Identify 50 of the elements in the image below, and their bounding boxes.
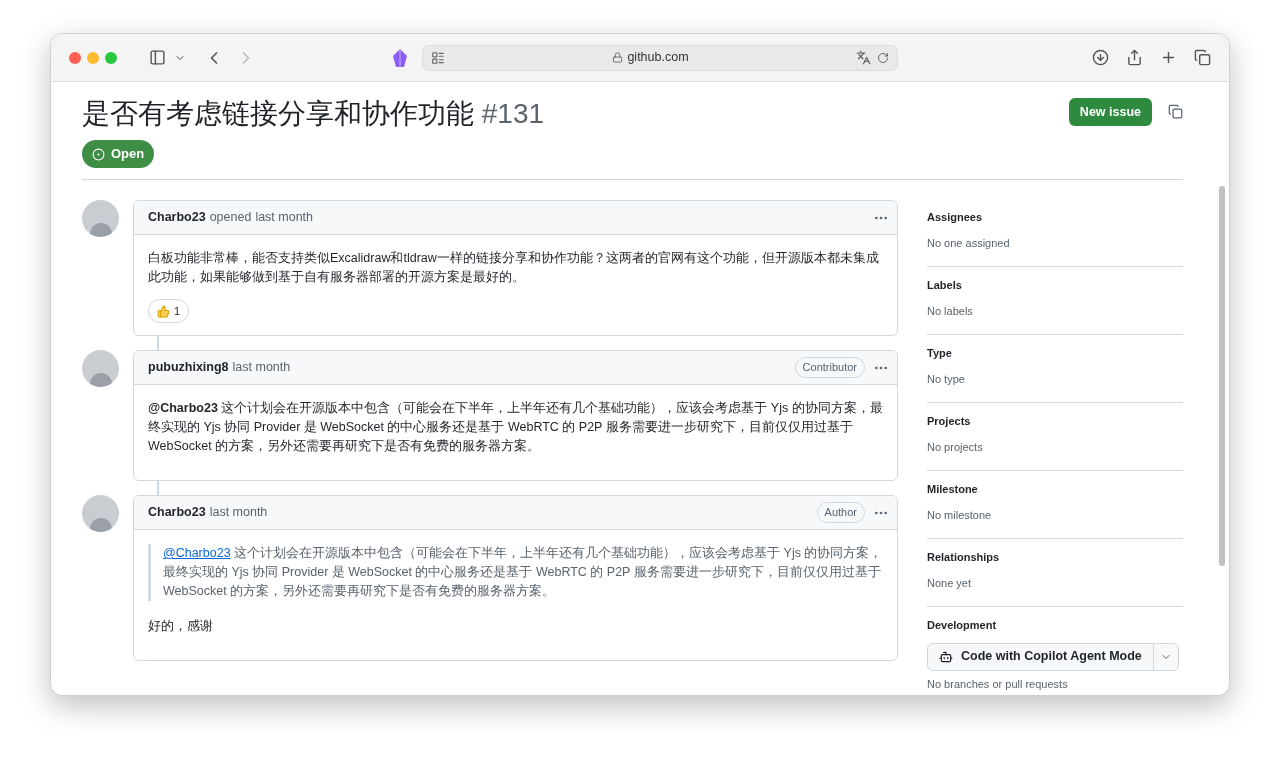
close-window-button[interactable] <box>69 51 81 64</box>
author-link[interactable]: Charbo23 <box>148 208 206 227</box>
comment-text: 好的，感谢 <box>148 618 214 635</box>
copy-link-icon[interactable] <box>1168 104 1183 119</box>
sidebar-value: No labels <box>927 303 974 319</box>
thumbs-up-icon <box>157 304 170 318</box>
comment-text: @Charbo23 这个计划会在开源版本中包含（可能会在下半年，上半年还有几个基础功能），应该会考虑基于 Yjs 的协同方案，最终实现的 Yjs 协同 Provider 是 WebSocket 的中心服务还是基于 WebRTC 的 P2P 服务需要进一步研究下，目前仅仅用过基于 WebSocket 的方案，另外还需要再研究下是否有免费的服务器方案。 <box>148 400 883 455</box>
translate-icon[interactable] <box>856 50 871 65</box>
avatar[interactable] <box>82 495 119 532</box>
sidebar-heading[interactable]: Projects <box>927 413 1183 430</box>
new-tab-icon[interactable] <box>1160 49 1177 66</box>
page-menu-icon[interactable] <box>431 50 445 65</box>
address-bar[interactable]: github.com <box>422 44 898 71</box>
robot-icon <box>939 649 953 664</box>
issue-title: 是否有考虑链接分享和协作功能 #131 <box>82 97 546 131</box>
comment-action: opened <box>209 209 252 227</box>
sidebar-heading[interactable]: Relationships <box>927 549 1183 566</box>
mention-link[interactable]: @Charbo23 <box>148 401 218 415</box>
author-link[interactable]: pubuzhixing8 <box>148 358 229 377</box>
sidebar-heading[interactable]: Development <box>927 617 1183 634</box>
sidebar-value: No one assigned <box>927 235 1011 251</box>
download-icon[interactable] <box>1092 49 1109 66</box>
open-issue-icon <box>92 147 105 161</box>
reload-icon[interactable] <box>877 51 889 64</box>
status-badge: Open <box>82 140 155 168</box>
tab-overview-icon[interactable] <box>1194 49 1211 66</box>
avatar[interactable] <box>82 350 119 387</box>
comment-time[interactable]: last month <box>255 208 314 227</box>
sidebar-value: No projects <box>927 439 984 455</box>
url-text: github.com <box>627 49 689 67</box>
sidebar-heading[interactable]: Labels <box>927 277 1183 294</box>
extension-icon[interactable] <box>392 48 408 67</box>
author-link[interactable]: Charbo23 <box>148 503 206 522</box>
sidebar-value: No milestone <box>927 507 993 523</box>
sidebar-value: No type <box>927 371 966 387</box>
mention-link[interactable]: @Charbo23 <box>163 546 231 560</box>
comment-text: 白板功能非常棒，能否支持类似Excalidraw和tldraw一样的链接分享和协作功能？这两者的官网有这个功能，但开源版本都未集成此功能，如果能够做到基于自有服务器部署的开源方案是最好的。 <box>148 250 880 286</box>
share-icon[interactable] <box>1126 49 1143 66</box>
quoted-text: @Charbo23 这个计划会在开源版本中包含（可能会在下半年，上半年还有几个基础功能），应该会考虑基于 Yjs 的协同方案，最终实现的 Yjs 协同 Provider 是 WebSocket 的中心服务还是基于 WebRTC 的 P2P 服务需要进一步研究下，目前仅仅用过基于 WebSocket 的方案，另外还需要再研究下是否有免费的服务器方案。 <box>163 545 883 600</box>
sidebar-value: No branches or pull requests <box>927 676 1069 692</box>
sidebar-toggle-icon[interactable] <box>149 49 166 66</box>
new-issue-button[interactable]: New issue <box>1068 98 1152 126</box>
comment-time[interactable]: last month <box>232 358 291 377</box>
sidebar-heading[interactable]: Type <box>927 345 1183 362</box>
comment-time[interactable]: last month <box>209 503 268 522</box>
lock-icon <box>612 52 624 63</box>
avatar[interactable] <box>82 200 119 237</box>
sidebar-heading[interactable]: Assignees <box>927 209 1183 226</box>
sidebar-heading[interactable]: Milestone <box>927 481 1183 498</box>
sidebar-value: None yet <box>927 575 973 591</box>
